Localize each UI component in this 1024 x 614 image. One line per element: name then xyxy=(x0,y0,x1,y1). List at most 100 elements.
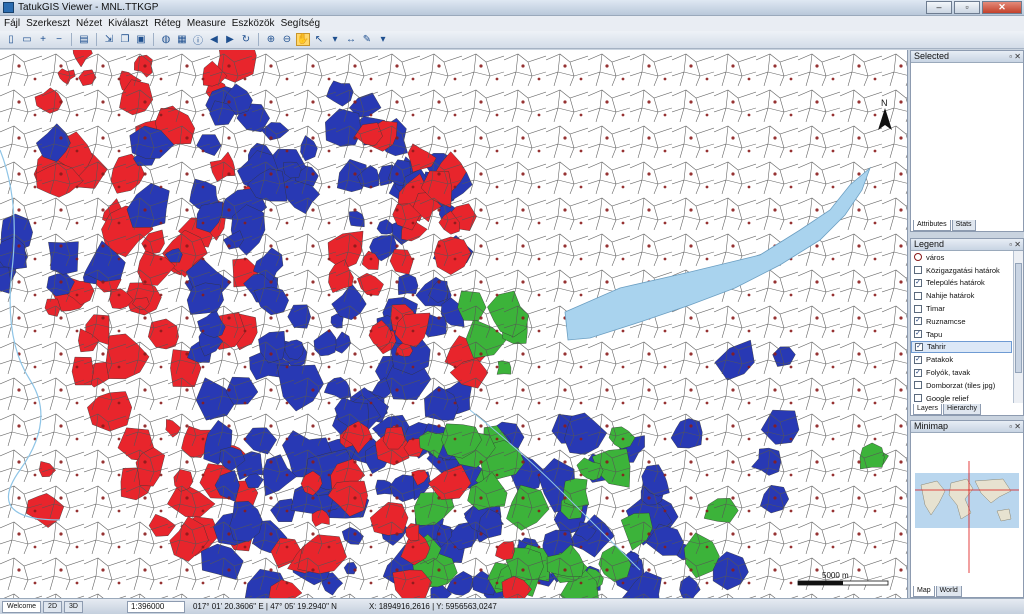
tab-world[interactable]: World xyxy=(935,586,962,597)
select-arrow-icon[interactable]: ↖ xyxy=(312,33,326,46)
legend-item-domborzat[interactable]: Domborzat (tiles jpg) xyxy=(911,379,1012,392)
tab-2d[interactable]: 2D xyxy=(43,600,62,613)
legend-item-label: Település határok xyxy=(926,278,985,288)
toolbar-separator xyxy=(96,33,97,46)
geo-coordinates: 017° 01' 20.3606" E | 47° 05' 19.2940" N xyxy=(192,602,337,611)
legend-checkbox[interactable] xyxy=(914,304,922,313)
paste-icon[interactable]: ▣ xyxy=(134,33,148,46)
legend-scrollbar[interactable] xyxy=(1013,251,1023,403)
legend-item-label: Timar xyxy=(926,304,945,314)
legend-panel-header: Legend ▫ ✕ xyxy=(911,239,1023,251)
select-dropdown-icon[interactable]: ▾ xyxy=(328,33,342,46)
legend-item-ruznamcse[interactable]: ✓ Ruznamcse xyxy=(911,315,1012,328)
zoom-in-icon[interactable]: ⊕ xyxy=(264,33,278,46)
menu-layer[interactable]: Réteg xyxy=(154,18,181,29)
menu-view[interactable]: Nézet xyxy=(76,18,102,29)
legend-item-label: Tahrir xyxy=(927,342,946,352)
legend-checkbox[interactable] xyxy=(914,266,922,275)
legend-item-label: Tapu xyxy=(926,329,943,339)
city-symbol-icon xyxy=(914,253,922,262)
remove-layer-icon[interactable]: − xyxy=(52,33,66,46)
app-icon xyxy=(3,2,14,13)
legend-item-kozigazgatasi[interactable]: Közigazgatási határok xyxy=(911,264,1012,277)
full-extent-icon[interactable]: ▦ xyxy=(175,33,189,46)
minimap-panel-title: Minimap xyxy=(914,421,949,431)
menu-bar: Fájl Szerkeszt Nézet Kiválaszt Réteg Mea… xyxy=(0,16,1024,31)
legend-item-google-relief[interactable]: Google relief xyxy=(911,392,1012,403)
forward-icon[interactable]: ▶ xyxy=(223,33,237,46)
menu-tools[interactable]: Eszközök xyxy=(232,18,275,29)
measure-icon[interactable]: ↔ xyxy=(344,33,358,46)
menu-file[interactable]: Fájl xyxy=(4,18,20,29)
legend-item-telepules[interactable]: ✓ Település határok xyxy=(911,277,1012,290)
legend-item-nahije[interactable]: Nahije határok xyxy=(911,289,1012,302)
selected-panel: Selected ▫ ✕ Attributes Stats xyxy=(910,50,1024,232)
minimap-view[interactable] xyxy=(911,433,1023,583)
refresh-icon[interactable]: ↻ xyxy=(239,33,253,46)
legend-item-timar[interactable]: Timar xyxy=(911,302,1012,315)
minimap-tabs: Map World xyxy=(911,586,962,597)
tab-layers[interactable]: Layers xyxy=(913,404,943,415)
minimap-panel: Minimap ▫ ✕ Map World xyxy=(910,420,1024,598)
map-svg[interactable]: N 5000 m xyxy=(0,50,908,598)
panel-controls-icon[interactable]: ▫ ✕ xyxy=(1009,421,1021,432)
minimize-button[interactable]: – xyxy=(926,1,952,14)
legend-checkbox[interactable] xyxy=(914,394,922,403)
menu-help[interactable]: Segítség xyxy=(281,18,320,29)
selected-panel-header: Selected ▫ ✕ xyxy=(911,51,1023,63)
window-title: TatukGIS Viewer - MNL.TTKGP xyxy=(18,2,159,13)
pan-hand-icon[interactable]: ✋ xyxy=(296,33,310,46)
add-layer-icon[interactable]: + xyxy=(36,33,50,46)
selected-tabs: Attributes Stats xyxy=(911,220,976,231)
menu-edit[interactable]: Szerkeszt xyxy=(26,18,70,29)
copy-icon[interactable]: ❐ xyxy=(118,33,132,46)
open-icon[interactable]: ▭ xyxy=(20,33,34,46)
toolbar: ▯ ▭ + − ▤ ⇲ ❐ ▣ ◍ ▦ ⓘ ◀ ▶ ↻ ⊕ ⊖ ✋ ↖ ▾ ↔ … xyxy=(0,31,1024,49)
legend-item-tahrir[interactable]: ✓ Tahrir xyxy=(911,340,1012,354)
legend-item-tapu[interactable]: ✓ Tapu xyxy=(911,328,1012,341)
tab-map[interactable]: Map xyxy=(913,586,935,597)
legend-checkbox[interactable]: ✓ xyxy=(914,355,922,364)
globe-icon[interactable]: ◍ xyxy=(159,33,173,46)
new-icon[interactable]: ▯ xyxy=(4,33,18,46)
tab-attributes[interactable]: Attributes xyxy=(913,220,951,231)
info-icon[interactable]: ⓘ xyxy=(191,33,205,47)
menu-select[interactable]: Kiválaszt xyxy=(108,18,148,29)
tab-hierarchy[interactable]: Hierarchy xyxy=(943,404,981,415)
legend-checkbox[interactable] xyxy=(914,291,922,300)
scale-label: 5000 m xyxy=(822,571,849,580)
print-icon[interactable]: ▤ xyxy=(77,33,91,46)
menu-measure[interactable]: Measure xyxy=(187,18,226,29)
legend-item-varos: város xyxy=(911,251,1012,264)
legend-scroll-thumb[interactable] xyxy=(1015,263,1022,373)
toolbar-separator xyxy=(71,33,72,46)
maximize-button[interactable]: ▫ xyxy=(954,1,980,14)
edit-dropdown-icon[interactable]: ▾ xyxy=(376,33,390,46)
legend-item-label: város xyxy=(926,252,945,262)
zoom-out-icon[interactable]: ⊖ xyxy=(280,33,294,46)
tab-3d[interactable]: 3D xyxy=(64,600,83,613)
scale-field[interactable]: 1:396000 xyxy=(126,600,185,613)
panel-controls-icon[interactable]: ▫ ✕ xyxy=(1009,239,1021,250)
legend-checkbox[interactable]: ✓ xyxy=(914,278,922,287)
panel-controls-icon[interactable]: ▫ ✕ xyxy=(1009,51,1021,62)
legend-checkbox[interactable]: ✓ xyxy=(915,342,923,351)
legend-item-patakok[interactable]: ✓ Patakok xyxy=(911,353,1012,366)
close-button[interactable]: ✕ xyxy=(982,1,1022,14)
tab-welcome[interactable]: Welcome xyxy=(2,600,42,613)
legend-panel-title: Legend xyxy=(914,239,945,249)
legend-item-label: Patakok xyxy=(926,355,954,365)
legend-item-label: Domborzat (tiles jpg) xyxy=(926,380,996,390)
legend-checkbox[interactable]: ✓ xyxy=(914,330,922,339)
legend-checkbox[interactable]: ✓ xyxy=(914,368,922,377)
legend-item-folyok[interactable]: ✓ Folyók, tavak xyxy=(911,366,1012,379)
legend-checkbox[interactable]: ✓ xyxy=(914,317,922,326)
selected-panel-title: Selected xyxy=(914,51,950,61)
map-canvas[interactable]: N 5000 m xyxy=(0,50,908,598)
edit-pen-icon[interactable]: ✎ xyxy=(360,33,374,46)
back-icon[interactable]: ◀ xyxy=(207,33,221,46)
legend-item-label: Folyók, tavak xyxy=(926,368,971,378)
export-icon[interactable]: ⇲ xyxy=(102,33,116,46)
tab-stats[interactable]: Stats xyxy=(951,220,976,231)
legend-checkbox[interactable] xyxy=(914,381,922,390)
